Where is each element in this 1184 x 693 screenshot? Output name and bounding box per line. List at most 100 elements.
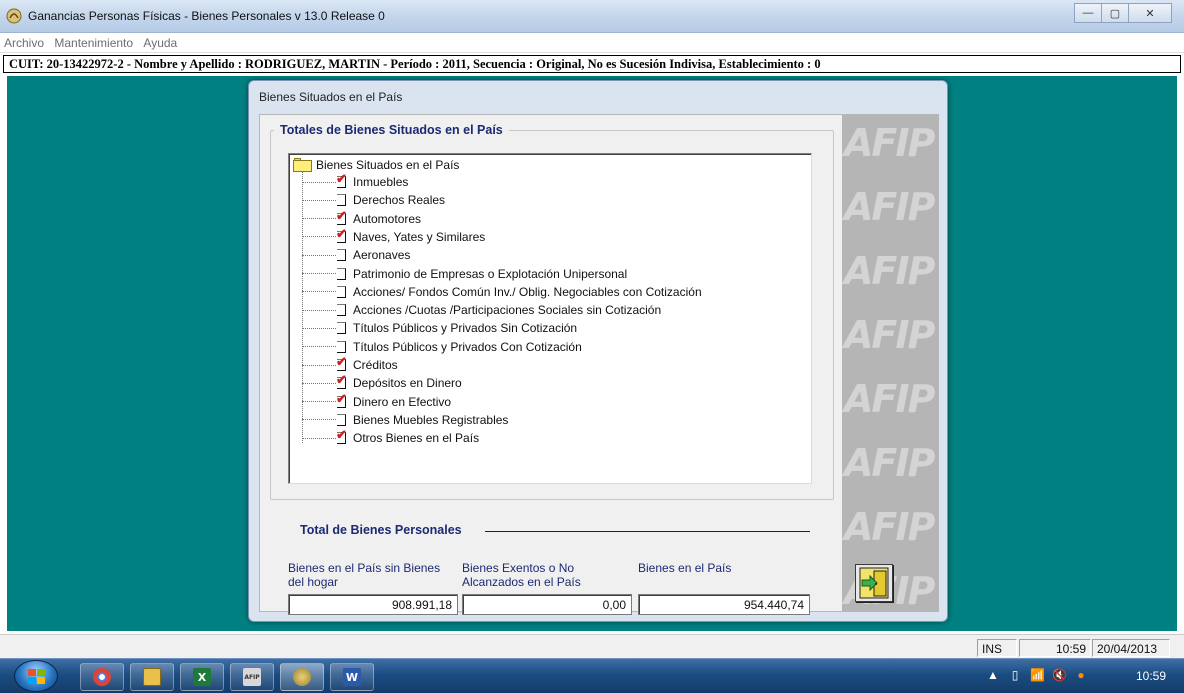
tree-connector: [302, 181, 336, 183]
tree-root[interactable]: Bienes Situados en el País: [293, 157, 459, 173]
checked-checkbox-icon[interactable]: ✔: [335, 209, 347, 226]
tree-connector: [302, 327, 336, 329]
tree-item[interactable]: Acciones/ Fondos Común Inv./ Oblig. Nego…: [302, 283, 702, 301]
totals-divider: [485, 531, 810, 532]
tree-item[interactable]: Acciones /Cuotas /Participaciones Social…: [302, 301, 661, 319]
status-date: 20/04/2013: [1092, 639, 1170, 657]
tree-item-label: Automotores: [353, 211, 422, 226]
tree-item[interactable]: ✔ Otros Bienes en el País: [302, 428, 479, 447]
window-titlebar: Ganancias Personas Físicas - Bienes Pers…: [0, 0, 1184, 33]
menu-mantenimiento[interactable]: Mantenimiento: [50, 33, 136, 50]
taskbar-chrome[interactable]: [80, 663, 124, 691]
tree-connector: [302, 291, 336, 293]
tree-item-label: Acciones/ Fondos Común Inv./ Oblig. Nego…: [353, 284, 702, 299]
checked-checkbox-icon[interactable]: ✔: [335, 355, 347, 372]
afip-watermark: AFIP: [844, 377, 935, 421]
exit-door-icon: [859, 567, 889, 599]
unchecked-checkbox-icon[interactable]: [335, 303, 347, 317]
field-label-bienes-pais: Bienes en el País: [638, 561, 732, 575]
tree-connector: [302, 309, 336, 311]
afip-watermark: AFIP: [844, 185, 935, 229]
menu-bar: Archivo Mantenimiento Ayuda: [0, 33, 1184, 53]
tree-item[interactable]: Derechos Reales: [302, 191, 445, 209]
menu-archivo[interactable]: Archivo: [0, 33, 47, 50]
menu-ayuda[interactable]: Ayuda: [139, 33, 180, 50]
status-bar: INS 10:59 20/04/2013: [0, 634, 1184, 658]
checked-checkbox-icon[interactable]: ✔: [335, 428, 347, 445]
tree-connector: [302, 364, 336, 366]
tree-item[interactable]: Patrimonio de Empresas o Explotación Uni…: [302, 265, 627, 283]
tree-item[interactable]: Títulos Públicos y Privados Sin Cotizaci…: [302, 319, 577, 337]
tree-item[interactable]: Aeronaves: [302, 246, 410, 264]
checked-checkbox-icon[interactable]: ✔: [335, 392, 347, 409]
dialog-body: AFIP AFIP AFIP AFIP AFIP AFIP AFIP AFIP …: [259, 114, 939, 615]
tree-connector: [302, 199, 336, 201]
tray-update-icon[interactable]: ●: [1074, 668, 1088, 682]
taskbar-explorer[interactable]: [130, 663, 174, 691]
folder-icon: [293, 158, 312, 172]
chrome-icon: [93, 668, 111, 686]
tree-connector: [302, 419, 336, 421]
excel-icon: X: [193, 668, 211, 686]
taskbar-clock[interactable]: 10:59: [1136, 669, 1166, 683]
tree-item[interactable]: Títulos Públicos y Privados Con Cotizaci…: [302, 338, 582, 356]
tree-item[interactable]: Bienes Muebles Registrables: [302, 411, 508, 429]
taskbar-excel[interactable]: X: [180, 663, 224, 691]
bienes-pais-field[interactable]: 954.440,74: [638, 594, 810, 615]
folder-explorer-icon: [143, 668, 161, 686]
maximize-button[interactable]: ▢: [1101, 3, 1129, 23]
unchecked-checkbox-icon[interactable]: [335, 193, 347, 207]
unchecked-checkbox-icon[interactable]: [335, 340, 347, 354]
tray-expand-icon[interactable]: ▲: [986, 668, 1000, 682]
app-icon: [6, 8, 22, 24]
afip-watermark: AFIP: [844, 505, 935, 549]
checked-checkbox-icon[interactable]: ✔: [335, 373, 347, 390]
unchecked-checkbox-icon[interactable]: [335, 285, 347, 299]
tree-item[interactable]: ✔ Dinero en Efectivo: [302, 392, 451, 411]
afip-watermark: AFIP: [844, 313, 935, 357]
tree-item-label: Naves, Yates y Similares: [353, 229, 486, 244]
taskbar-aplicativo[interactable]: [280, 663, 324, 691]
status-time: 10:59: [1019, 639, 1091, 657]
taskbar-word[interactable]: W: [330, 663, 374, 691]
afip-watermark: AFIP: [844, 441, 935, 485]
minimize-button[interactable]: —: [1074, 3, 1102, 23]
afip-icon: AFIP: [243, 668, 261, 686]
start-button[interactable]: [14, 660, 58, 692]
unchecked-checkbox-icon[interactable]: [335, 248, 347, 262]
tree-item[interactable]: ✔ Naves, Yates y Similares: [302, 227, 486, 246]
tree-item-label: Depósitos en Dinero: [353, 376, 462, 391]
tree-item-label: Títulos Públicos y Privados Con Cotizaci…: [353, 339, 582, 354]
tree-item-label: Inmuebles: [353, 175, 409, 189]
tree-connector: [302, 218, 336, 220]
tree-item[interactable]: ✔ Automotores: [302, 209, 422, 228]
bienes-exentos-field[interactable]: 0,00: [462, 594, 632, 615]
unchecked-checkbox-icon[interactable]: [335, 321, 347, 335]
tray-volume-icon[interactable]: 🔇: [1052, 668, 1067, 682]
tree-connector: [302, 401, 336, 403]
tree-item[interactable]: ✔ Depósitos en Dinero: [302, 373, 462, 392]
window-title: Ganancias Personas Físicas - Bienes Pers…: [28, 9, 385, 23]
bienes-sin-hogar-field[interactable]: 908.991,18: [288, 594, 458, 615]
exit-button[interactable]: [855, 564, 893, 602]
field-label-exentos: Bienes Exentos o No Alcanzados en el Paí…: [462, 561, 581, 589]
tree-connector: [302, 273, 336, 274]
maximize-icon: ▢: [1109, 7, 1121, 20]
bienes-tree[interactable]: Bienes Situados en el País ✔ Inmuebles Der…: [288, 153, 812, 484]
tree-item[interactable]: ✔ Créditos: [302, 355, 398, 374]
close-button[interactable]: ✕: [1128, 3, 1172, 23]
tray-device-icon[interactable]: ▯: [1008, 668, 1022, 682]
taskbar: X AFIP W ▲ ▯ 📶 🔇 ● 10:59: [0, 658, 1184, 693]
unchecked-checkbox-icon[interactable]: [335, 267, 347, 281]
checked-checkbox-icon[interactable]: ✔: [335, 172, 347, 189]
tree-connector: [302, 236, 336, 238]
taskbar-afip[interactable]: AFIP: [230, 663, 274, 691]
tree-root-label: Bienes Situados en el País: [316, 158, 460, 172]
unchecked-checkbox-icon[interactable]: [335, 413, 347, 427]
checked-checkbox-icon[interactable]: ✔: [335, 227, 347, 244]
tree-item[interactable]: ✔ Inmuebles: [302, 172, 409, 191]
tray-network-icon[interactable]: 📶: [1030, 668, 1045, 682]
windows-flag-icon: [28, 669, 45, 684]
bienes-dialog: Bienes Situados en el País AFIP AFIP AFI…: [248, 80, 948, 622]
minimize-icon: —: [1082, 7, 1094, 19]
